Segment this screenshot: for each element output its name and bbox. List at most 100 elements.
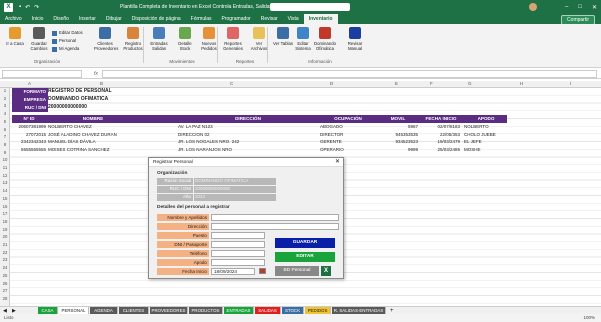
column-header[interactable]: D [330,81,333,86]
name-box[interactable] [2,69,82,78]
menu-tab[interactable]: Inventario [303,14,338,24]
ribbon-button[interactable]: Guardar Cambios [28,27,50,51]
menu-tab[interactable]: Diseño [48,16,74,22]
column-header[interactable]: H [520,81,523,86]
people-icon [99,27,111,39]
table-cell: JR. LOS NARANJOS NRO [178,147,233,153]
row-header[interactable]: 10 [0,157,10,162]
row-header[interactable]: 4 [0,111,10,116]
menu-tab[interactable]: Insertar [74,16,101,22]
table-cell: JOSÉ ALADINO CHAVEZ DURAN [48,131,117,137]
field-input[interactable] [211,214,339,221]
ribbon-button[interactable]: Clientes Proveedores [94,27,118,51]
field-input[interactable] [211,259,265,266]
close-icon[interactable]: ✕ [592,4,597,11]
table-row[interactable]: 5555555555 MOISES COTRINA SANCHEZ JR. LOS … [12,146,507,154]
small-ribbon-item[interactable]: Mi Agenda [52,45,83,53]
row-header[interactable]: 7 [0,134,10,139]
menu-tab[interactable]: Fórmulas [186,16,217,22]
row-header[interactable]: 19 [0,227,10,232]
row-header[interactable]: 24 [0,265,10,270]
guardar-button[interactable]: GUARDAR [275,238,335,248]
maximize-icon[interactable]: □ [578,4,582,11]
field-input[interactable] [211,241,265,248]
column-header[interactable]: F [430,81,433,86]
table-row[interactable]: 2342342343 MANUEL DÍAS DÁVILA JR. LOS NOGA… [12,138,507,146]
menu-tab[interactable]: Revisar [256,16,283,22]
small-ribbon-item[interactable]: Personal [52,37,83,45]
ribbon-button[interactable]: Reportes Generales [222,27,244,51]
field-input[interactable] [211,232,265,239]
column-header[interactable]: C [230,81,233,86]
table-cell: GERENTE [320,139,342,145]
column-header[interactable]: G [468,81,472,86]
row-header[interactable]: 11 [0,165,10,170]
small-ribbon-item[interactable]: Editar Datos [52,29,83,37]
row-header[interactable]: 13 [0,180,10,185]
excel-icon[interactable]: X [321,266,331,276]
ribbon-button[interactable]: Ver Tablas [272,27,294,46]
bd-personal-button[interactable]: BD Personal [275,266,319,276]
row-header[interactable]: 16 [0,204,10,209]
row-header[interactable]: 8 [0,142,10,147]
save-icon[interactable]: ▪ [19,4,21,11]
menu-tab[interactable]: Dibujar [101,16,127,22]
row-header[interactable]: 9 [0,150,10,155]
avatar[interactable] [529,3,537,11]
undo-icon[interactable]: ↶ [25,4,30,11]
row-header[interactable]: 1 [0,88,10,93]
title-bar: X ▪ ↶ ↷ Plantilla Completa de Inventario… [0,0,601,14]
fx-icon[interactable]: fx [94,71,98,77]
redo-icon[interactable]: ↷ [34,4,39,11]
menu-tab[interactable]: Inicio [27,16,49,22]
row-header[interactable]: 2 [0,96,10,101]
stock-icon [179,27,191,39]
row-header[interactable]: 28 [0,296,10,301]
ribbon-button[interactable]: Dominando Ofimática [314,27,336,51]
table-row[interactable]: 20607381999 NOLBERTO CHAVEZ AV. LA PAZ N12… [12,123,507,131]
row-header[interactable]: 6 [0,127,10,132]
column-header[interactable]: I [570,81,571,86]
formula-input[interactable] [101,69,597,78]
row-header[interactable]: 25 [0,273,10,278]
calendar-icon[interactable] [259,268,266,274]
row-header[interactable]: 14 [0,188,10,193]
ribbon-button[interactable]: Revisar Manual [344,27,366,51]
search-box[interactable] [270,3,350,11]
field-input[interactable]: 18/09/2024 [211,268,255,275]
row-header[interactable]: 27 [0,288,10,293]
ribbon-button[interactable]: Entradas Salidas [148,27,170,51]
minimize-icon[interactable]: – [565,4,568,11]
ribbon-button[interactable]: Registro Productos [122,27,144,51]
close-icon[interactable]: ✕ [335,158,340,167]
row-header[interactable]: 20 [0,234,10,239]
table-icon [277,27,289,39]
row-header[interactable]: 23 [0,257,10,262]
table-row[interactable]: 27072015 JOSÉ ALADINO CHAVEZ DURAN DIRECCI… [12,131,507,139]
row-header[interactable]: 22 [0,250,10,255]
field-input[interactable] [211,250,265,257]
row-header[interactable]: 17 [0,211,10,216]
ribbon-button[interactable]: Detalle Stock [174,27,196,51]
row-header[interactable]: 26 [0,281,10,286]
column-header[interactable]: B [100,81,103,86]
editar-button[interactable]: EDITAR [275,252,335,262]
zoom-level[interactable]: 100% [583,314,595,322]
row-header[interactable]: 21 [0,242,10,247]
row-header[interactable]: 15 [0,196,10,201]
ribbon-button[interactable]: Ir a Casa [4,27,26,46]
column-header[interactable]: E [395,81,398,86]
row-header[interactable]: 12 [0,173,10,178]
ribbon-button[interactable]: Editar Sistema [292,27,314,51]
menu-tab[interactable]: Archivo [0,16,27,22]
field-label: Teléfono [157,250,209,257]
row-header[interactable]: 5 [0,119,10,124]
menu-tab[interactable]: Programador [217,16,256,22]
field-input[interactable] [211,223,339,230]
row-header[interactable]: 18 [0,219,10,224]
table-cell: 25/03/2485 [437,147,460,153]
menu-tab[interactable]: Disposición de página [127,16,186,22]
row-header[interactable]: 3 [0,103,10,108]
menu-tab[interactable]: Vista [283,16,304,22]
column-header[interactable]: A [28,81,31,86]
